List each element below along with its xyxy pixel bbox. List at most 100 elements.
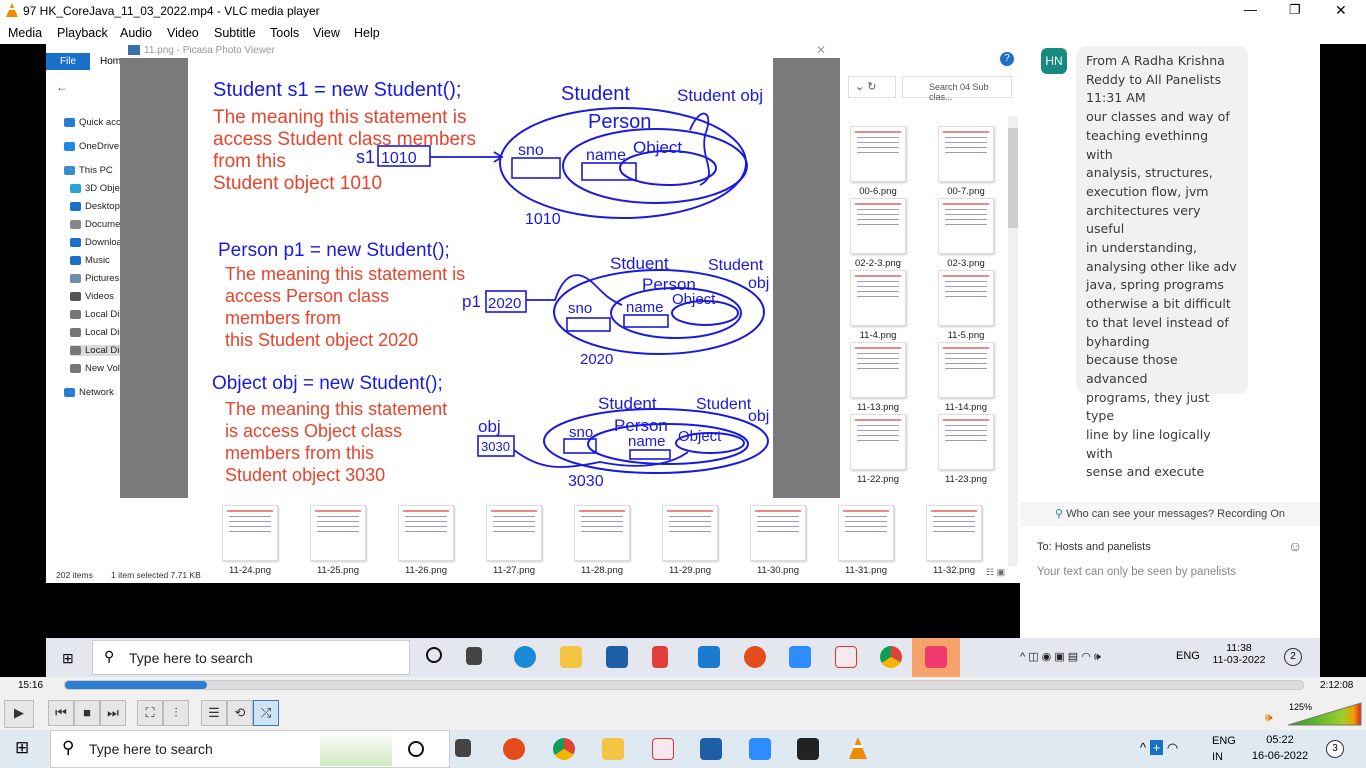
clock[interactable]: 11:38 11-03-2022 [1209, 642, 1269, 666]
thumbnail-label[interactable]: 11-13.png [838, 402, 918, 413]
search-input[interactable]: Search 04 Sub clas... [902, 76, 1012, 102]
thumbnail-label[interactable]: 11-26.png [386, 565, 466, 576]
windows-start-icon[interactable]: ⊞ [15, 738, 29, 758]
task-view-icon[interactable] [455, 739, 471, 757]
mail-icon[interactable] [698, 646, 720, 668]
thumbnail-image[interactable] [574, 505, 630, 561]
thumbnail-image[interactable] [850, 414, 906, 470]
edge-icon[interactable] [514, 646, 536, 668]
recipient-selector[interactable]: To: Hosts and panelists [1037, 541, 1151, 553]
chrome-icon[interactable] [553, 738, 575, 760]
shuffle-button[interactable]: ⤮ [253, 700, 279, 726]
thumbnail-image[interactable] [938, 342, 994, 398]
thumbnail-label[interactable]: 02-3.png [926, 258, 1006, 269]
menu-tools[interactable]: Tools [270, 26, 299, 40]
privacy-notice[interactable]: ⚲ Who can see your messages? Recording O… [1020, 502, 1320, 526]
thumbnail-image[interactable] [838, 505, 894, 561]
refresh-button[interactable]: ⌄ ↻ [848, 76, 896, 98]
thumbnail-image[interactable] [850, 342, 906, 398]
clock[interactable]: 05:22 16-06-2022 [1245, 732, 1315, 764]
thumbnail-label[interactable]: 00-6.png [838, 186, 918, 197]
thumbnail-image[interactable] [938, 414, 994, 470]
recorder-icon[interactable] [744, 646, 766, 668]
play-button[interactable]: ▶ [4, 700, 34, 728]
thumbnail-label[interactable]: 11-4.png [838, 330, 918, 341]
menu-video[interactable]: Video [167, 26, 199, 40]
thumbnail-label[interactable]: 11-22.png [838, 474, 918, 485]
fullscreen-button[interactable]: ⛶ [137, 700, 163, 726]
extended-settings-button[interactable]: ⫶ [163, 700, 189, 726]
thumbnail-image[interactable] [850, 270, 906, 326]
tray-icons[interactable]: ^ ◫ ◉ ▣ ▤ ◠ 🕪 [1020, 650, 1101, 664]
picasa-close-button[interactable]: ✕ [816, 43, 826, 57]
recorder-icon[interactable] [503, 738, 525, 760]
windows-start-icon[interactable]: ⊞ [62, 650, 74, 667]
notification-badge[interactable]: 3 [1326, 740, 1344, 758]
emoji-icon[interactable]: ☺ [1288, 538, 1302, 554]
language-indicator[interactable]: ENG [1176, 650, 1200, 662]
menu-subtitle[interactable]: Subtitle [214, 26, 256, 40]
tray-icons[interactable]: ^ + ◠ [1140, 740, 1178, 756]
thumbnail-label[interactable]: 11-32.png [914, 565, 994, 576]
folder-icon[interactable] [560, 646, 582, 668]
thumbnail-image[interactable] [310, 505, 366, 561]
store-icon[interactable] [700, 738, 722, 760]
thumbnail-label[interactable]: 11-5.png [926, 330, 1006, 341]
zoom-icon[interactable] [789, 646, 811, 668]
thumbnail-image[interactable] [662, 505, 718, 561]
thumbnail-label[interactable]: 11-25.png [298, 565, 378, 576]
thumbnail-label[interactable]: 00-7.png [926, 186, 1006, 197]
thumbnail-label[interactable]: 11-14.png [926, 402, 1006, 413]
notification-badge[interactable]: 2 [1284, 648, 1302, 666]
thumbnail-label[interactable]: 11-29.png [650, 565, 730, 576]
next-button[interactable]: ⏭ [100, 700, 126, 726]
snipping-tool-icon[interactable] [835, 646, 857, 668]
previous-button[interactable]: ⏮ [48, 700, 74, 726]
language-indicator[interactable]: ENG IN [1212, 733, 1236, 765]
chrome-icon[interactable] [880, 646, 902, 668]
thumbnail-image[interactable] [222, 505, 278, 561]
help-icon[interactable]: ? [1000, 52, 1014, 66]
volume-slider[interactable] [1288, 702, 1362, 726]
menu-media[interactable]: Media [8, 26, 42, 40]
stop-button[interactable]: ■ [74, 700, 100, 726]
thumbnail-image[interactable] [398, 505, 454, 561]
folder-icon[interactable] [602, 738, 624, 760]
thumbnail-label[interactable]: 11-28.png [562, 565, 642, 576]
view-toggle-icon[interactable]: ☷ ▣ [986, 567, 1016, 581]
speaker-icon[interactable]: 🕪 [1265, 710, 1273, 725]
thumbnail-label[interactable]: 11-30.png [738, 565, 818, 576]
thumbnail-image[interactable] [486, 505, 542, 561]
back-arrow-icon[interactable]: ← [56, 80, 68, 94]
thumbnail-image[interactable] [938, 270, 994, 326]
zoom-icon[interactable] [749, 738, 771, 760]
menu-playback[interactable]: Playback [57, 26, 108, 40]
gift-icon[interactable] [652, 646, 668, 668]
menu-help[interactable]: Help [354, 26, 380, 40]
thumbnail-label[interactable]: 11-27.png [474, 565, 554, 576]
chat-input[interactable]: Your text can only be seen by panelists [1037, 566, 1307, 578]
minimize-button[interactable]: — [1244, 2, 1257, 17]
thumbnail-image[interactable] [938, 198, 994, 254]
cortana-icon[interactable] [408, 741, 424, 757]
close-button[interactable]: ✕ [1335, 2, 1347, 19]
thumbnail-label[interactable]: 11-31.png [826, 565, 906, 576]
cortana-icon[interactable] [426, 647, 442, 663]
file-tab[interactable]: File [46, 53, 90, 70]
playlist-button[interactable]: ☰ [201, 700, 227, 726]
thumbnail-image[interactable] [926, 505, 982, 561]
sticky-notes-icon[interactable] [797, 738, 819, 760]
store-icon[interactable] [606, 646, 628, 668]
taskbar-search-input[interactable]: Type here to search [92, 640, 410, 675]
maximize-button[interactable]: ❐ [1289, 2, 1301, 18]
snipping-tool-icon[interactable] [652, 738, 674, 760]
thumbnail-label[interactable]: 11-24.png [210, 565, 290, 576]
thumbnail-image[interactable] [938, 126, 994, 182]
vlc-icon[interactable] [848, 737, 868, 761]
menu-view[interactable]: View [313, 26, 340, 40]
thumbnail-label[interactable]: 02-2-3.png [838, 258, 918, 269]
thumbnail-image[interactable] [850, 126, 906, 182]
task-view-icon[interactable] [466, 647, 482, 665]
loop-button[interactable]: ⟲ [227, 700, 253, 726]
thumbnail-label[interactable]: 11-23.png [926, 474, 1006, 485]
